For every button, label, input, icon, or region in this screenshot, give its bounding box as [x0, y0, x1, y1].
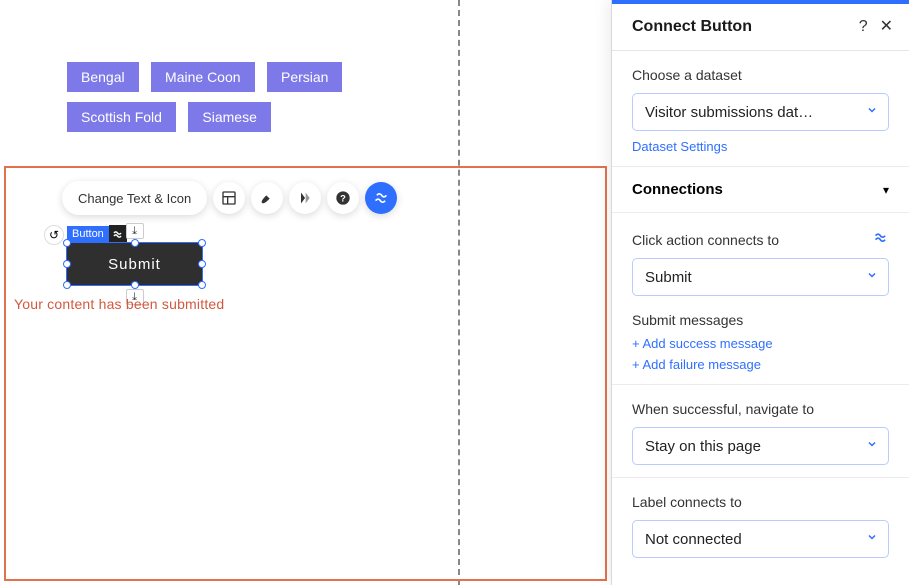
- tag-item[interactable]: Scottish Fold: [67, 102, 176, 132]
- canvas-area: Bengal Maine Coon Persian Scottish Fold …: [0, 0, 611, 585]
- help-icon[interactable]: ?: [327, 182, 359, 214]
- chevron-down-icon: [866, 268, 878, 286]
- element-badge: Button: [67, 225, 127, 243]
- submit-messages-block: Submit messages + Add success message + …: [632, 312, 889, 372]
- resize-handle[interactable]: [198, 239, 206, 247]
- click-action-section: Click action connects to Submit Submit m…: [612, 213, 909, 385]
- anchor-top-icon[interactable]: ⤓: [126, 223, 144, 239]
- dataset-dropdown[interactable]: Visitor submissions dat…: [632, 93, 889, 131]
- navigate-label: When successful, navigate to: [632, 401, 889, 417]
- label-connects-label: Label connects to: [632, 494, 889, 510]
- click-action-label: Click action connects to: [632, 232, 779, 248]
- tag-item[interactable]: Siamese: [188, 102, 270, 132]
- help-icon[interactable]: ?: [859, 19, 868, 35]
- panel-header: Connect Button ? ✕: [612, 4, 909, 51]
- click-action-value: Submit: [645, 269, 866, 286]
- navigate-dropdown[interactable]: Stay on this page: [632, 427, 889, 465]
- add-success-link[interactable]: + Add success message: [632, 336, 889, 351]
- chevron-down-icon: [866, 437, 878, 455]
- connect-data-icon[interactable]: [873, 229, 889, 250]
- submitted-message: Your content has been submitted: [14, 296, 224, 312]
- connect-data-icon[interactable]: [365, 182, 397, 214]
- selected-element[interactable]: ⤓ Submit ⤓: [67, 243, 202, 285]
- change-text-icon-button[interactable]: Change Text & Icon: [62, 181, 207, 215]
- history-icon[interactable]: ↺: [44, 225, 64, 245]
- resize-handle[interactable]: [131, 281, 139, 289]
- submit-button-label: Submit: [108, 256, 161, 273]
- resize-handle[interactable]: [131, 239, 139, 247]
- label-connects-section: Label connects to Not connected: [612, 478, 909, 570]
- dataset-value: Visitor submissions dat…: [645, 104, 866, 121]
- navigate-section: When successful, navigate to Stay on thi…: [612, 385, 909, 478]
- chevron-down-icon: [866, 530, 878, 548]
- resize-handle[interactable]: [63, 281, 71, 289]
- label-connects-dropdown[interactable]: Not connected: [632, 520, 889, 558]
- connections-header-section: Connections ▾: [612, 167, 909, 213]
- click-action-dropdown[interactable]: Submit: [632, 258, 889, 296]
- dataset-settings-link[interactable]: Dataset Settings: [632, 139, 889, 154]
- connect-panel: Connect Button ? ✕ Choose a dataset Visi…: [611, 0, 909, 585]
- element-toolbar: Change Text & Icon ?: [62, 180, 397, 216]
- connections-heading: Connections: [632, 181, 723, 198]
- submit-messages-heading: Submit messages: [632, 312, 889, 328]
- submit-button[interactable]: Submit: [67, 243, 202, 285]
- add-failure-link[interactable]: + Add failure message: [632, 357, 889, 372]
- resize-handle[interactable]: [63, 260, 71, 268]
- panel-title: Connect Button: [632, 18, 847, 36]
- element-connect-icon[interactable]: [109, 225, 127, 243]
- svg-text:?: ?: [340, 193, 346, 203]
- animation-icon[interactable]: [289, 182, 321, 214]
- tag-item[interactable]: Bengal: [67, 62, 139, 92]
- close-icon[interactable]: ✕: [880, 19, 893, 35]
- resize-handle[interactable]: [198, 260, 206, 268]
- design-icon[interactable]: [251, 182, 283, 214]
- chevron-down-icon: [866, 103, 878, 121]
- resize-handle[interactable]: [63, 239, 71, 247]
- label-connects-value: Not connected: [645, 531, 866, 548]
- tag-group: Bengal Maine Coon Persian Scottish Fold …: [67, 62, 387, 142]
- navigate-value: Stay on this page: [645, 438, 866, 455]
- tag-item[interactable]: Persian: [267, 62, 342, 92]
- layout-icon[interactable]: [213, 182, 245, 214]
- dataset-section: Choose a dataset Visitor submissions dat…: [612, 51, 909, 167]
- collapse-icon[interactable]: ▾: [883, 183, 889, 197]
- dataset-label: Choose a dataset: [632, 67, 889, 83]
- resize-handle[interactable]: [198, 281, 206, 289]
- tag-item[interactable]: Maine Coon: [151, 62, 255, 92]
- element-type-label: Button: [67, 226, 109, 242]
